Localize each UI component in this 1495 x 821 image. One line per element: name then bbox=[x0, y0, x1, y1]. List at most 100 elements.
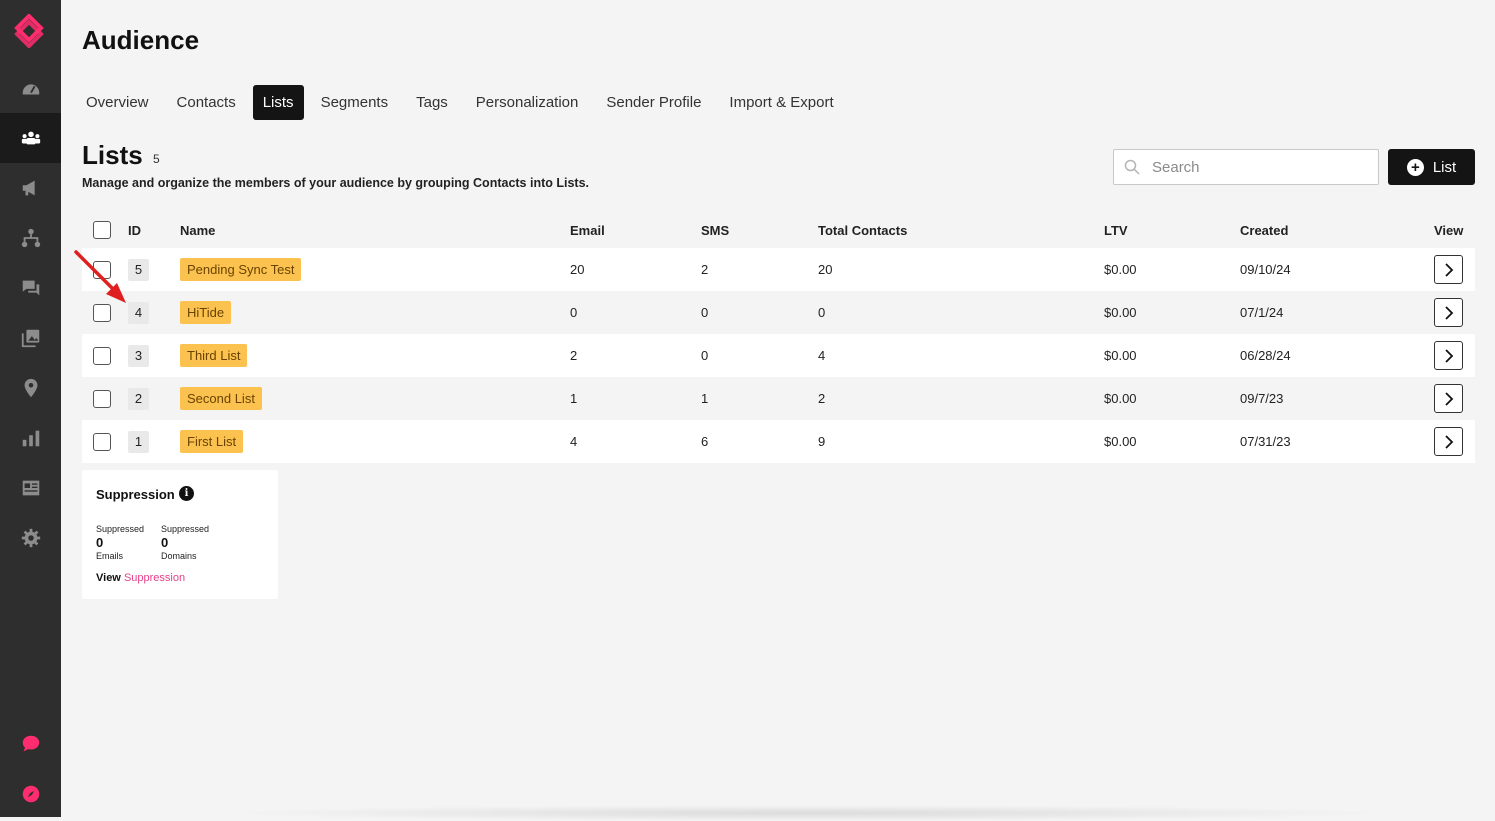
total-contacts: 0 bbox=[818, 305, 826, 320]
sidebar-item-campaigns[interactable] bbox=[0, 163, 61, 213]
ltv-value: $0.00 bbox=[1104, 305, 1137, 320]
column-header-ltv[interactable]: LTV bbox=[1104, 212, 1128, 248]
column-header-sms[interactable]: SMS bbox=[701, 212, 729, 248]
suppression-card: Suppression i Suppressed 0 Emails Suppre… bbox=[82, 470, 278, 599]
sidebar-item-dashboard[interactable] bbox=[0, 64, 61, 114]
tab-tags[interactable]: Tags bbox=[402, 85, 462, 120]
tab-overview[interactable]: Overview bbox=[72, 85, 163, 120]
add-list-button[interactable]: + List bbox=[1388, 149, 1475, 185]
ltv-value: $0.00 bbox=[1104, 262, 1137, 277]
list-id-badge: 5 bbox=[128, 258, 149, 281]
chevron-right-icon bbox=[1444, 348, 1453, 363]
tab-sender-profile[interactable]: Sender Profile bbox=[592, 85, 715, 120]
list-name-tag[interactable]: Pending Sync Test bbox=[180, 258, 302, 281]
list-name-tag[interactable]: First List bbox=[180, 430, 244, 453]
main-content: Audience Overview Contacts Lists Segment… bbox=[61, 0, 1495, 821]
sidebar-item-conversations[interactable] bbox=[0, 263, 61, 313]
gear-icon bbox=[21, 528, 40, 548]
email-count: 2 bbox=[570, 348, 578, 363]
chevron-right-icon bbox=[1444, 391, 1453, 406]
sms-count: 0 bbox=[701, 348, 709, 363]
column-header-email[interactable]: Email bbox=[570, 212, 605, 248]
email-count: 1 bbox=[570, 391, 578, 406]
ltv-value: $0.00 bbox=[1104, 434, 1137, 449]
support-chat-icon bbox=[22, 735, 39, 752]
total-contacts: 2 bbox=[818, 391, 826, 406]
tab-lists[interactable]: Lists bbox=[252, 85, 304, 120]
suppression-link[interactable]: Suppression bbox=[124, 572, 185, 584]
sms-count: 0 bbox=[701, 305, 709, 320]
search-input[interactable] bbox=[1150, 157, 1374, 177]
column-header-name[interactable]: Name bbox=[180, 212, 215, 248]
list-count: 5 bbox=[153, 152, 160, 166]
stat-label: Suppressed bbox=[96, 524, 145, 534]
tab-contacts[interactable]: Contacts bbox=[163, 85, 250, 120]
ltv-value: $0.00 bbox=[1104, 348, 1137, 363]
table-header: ID Name Email SMS Total Contacts LTV Cre… bbox=[82, 212, 1475, 248]
sidebar bbox=[0, 0, 61, 817]
sidebar-item-support[interactable] bbox=[0, 719, 61, 769]
compass-icon bbox=[22, 785, 39, 803]
sidebar-item-reports[interactable] bbox=[0, 413, 61, 463]
total-contacts: 20 bbox=[818, 262, 833, 277]
row-checkbox[interactable] bbox=[93, 260, 111, 279]
stat-label: Suppressed bbox=[161, 524, 210, 534]
table-row: 5 Pending Sync Test 20 2 20 $0.00 09/10/… bbox=[82, 248, 1475, 291]
add-list-label: List bbox=[1432, 158, 1457, 176]
view-list-button[interactable] bbox=[1434, 341, 1463, 370]
suppressed-domains-stat: Suppressed 0 Domains bbox=[161, 524, 209, 561]
suppressed-emails-stat: Suppressed 0 Emails bbox=[96, 524, 144, 561]
sidebar-item-audience[interactable] bbox=[0, 113, 61, 163]
list-name-tag[interactable]: Third List bbox=[180, 344, 248, 367]
location-pin-icon bbox=[24, 378, 37, 398]
sidebar-item-settings[interactable] bbox=[0, 513, 61, 563]
view-list-button[interactable] bbox=[1434, 384, 1463, 413]
row-checkbox[interactable] bbox=[93, 346, 111, 365]
view-list-button[interactable] bbox=[1434, 255, 1463, 284]
tab-import-export[interactable]: Import & Export bbox=[715, 85, 847, 120]
column-header-view: View bbox=[1434, 222, 1464, 238]
tab-segments[interactable]: Segments bbox=[307, 85, 403, 120]
sidebar-item-locations[interactable] bbox=[0, 363, 61, 413]
email-count: 20 bbox=[570, 262, 585, 277]
row-checkbox[interactable] bbox=[93, 432, 111, 451]
select-all-checkbox[interactable] bbox=[93, 221, 111, 239]
list-id-badge: 2 bbox=[128, 387, 149, 410]
section-description: Manage and organize the members of your … bbox=[82, 176, 590, 190]
column-header-created[interactable]: Created bbox=[1240, 212, 1288, 248]
view-suppression: View Suppression bbox=[96, 572, 185, 584]
column-header-total-contacts[interactable]: Total Contacts bbox=[818, 212, 907, 248]
dashboard-icon bbox=[22, 84, 39, 95]
brand-logo-icon[interactable] bbox=[14, 14, 44, 48]
newspaper-icon bbox=[22, 480, 39, 496]
sms-count: 1 bbox=[701, 391, 709, 406]
column-header-id[interactable]: ID bbox=[128, 212, 141, 248]
sidebar-item-explore[interactable] bbox=[0, 769, 61, 819]
view-list-button[interactable] bbox=[1434, 427, 1463, 456]
email-count: 0 bbox=[570, 305, 578, 320]
audience-icon bbox=[21, 131, 40, 145]
row-checkbox[interactable] bbox=[93, 303, 111, 322]
sidebar-item-forms[interactable] bbox=[0, 463, 61, 513]
page-title: Audience bbox=[82, 25, 200, 55]
search-icon bbox=[1124, 159, 1140, 175]
total-contacts: 9 bbox=[818, 434, 826, 449]
stat-sublabel: Emails bbox=[96, 551, 124, 561]
flow-icon bbox=[21, 228, 40, 248]
total-contacts: 4 bbox=[818, 348, 826, 363]
email-count: 4 bbox=[570, 434, 578, 449]
tab-personalization[interactable]: Personalization bbox=[462, 85, 593, 120]
list-name-tag[interactable]: Second List bbox=[180, 387, 262, 410]
list-id-badge: 4 bbox=[128, 301, 149, 324]
info-icon[interactable]: i bbox=[179, 486, 194, 501]
created-date: 09/10/24 bbox=[1240, 262, 1291, 277]
list-name-tag[interactable]: HiTide bbox=[180, 301, 232, 324]
created-date: 06/28/24 bbox=[1240, 348, 1291, 363]
sidebar-item-flows[interactable] bbox=[0, 213, 61, 263]
sms-count: 6 bbox=[701, 434, 709, 449]
row-checkbox[interactable] bbox=[93, 389, 111, 408]
sidebar-item-content[interactable] bbox=[0, 313, 61, 363]
section-title: Lists bbox=[82, 140, 143, 170]
list-id-badge: 3 bbox=[128, 344, 149, 367]
view-list-button[interactable] bbox=[1434, 298, 1463, 327]
